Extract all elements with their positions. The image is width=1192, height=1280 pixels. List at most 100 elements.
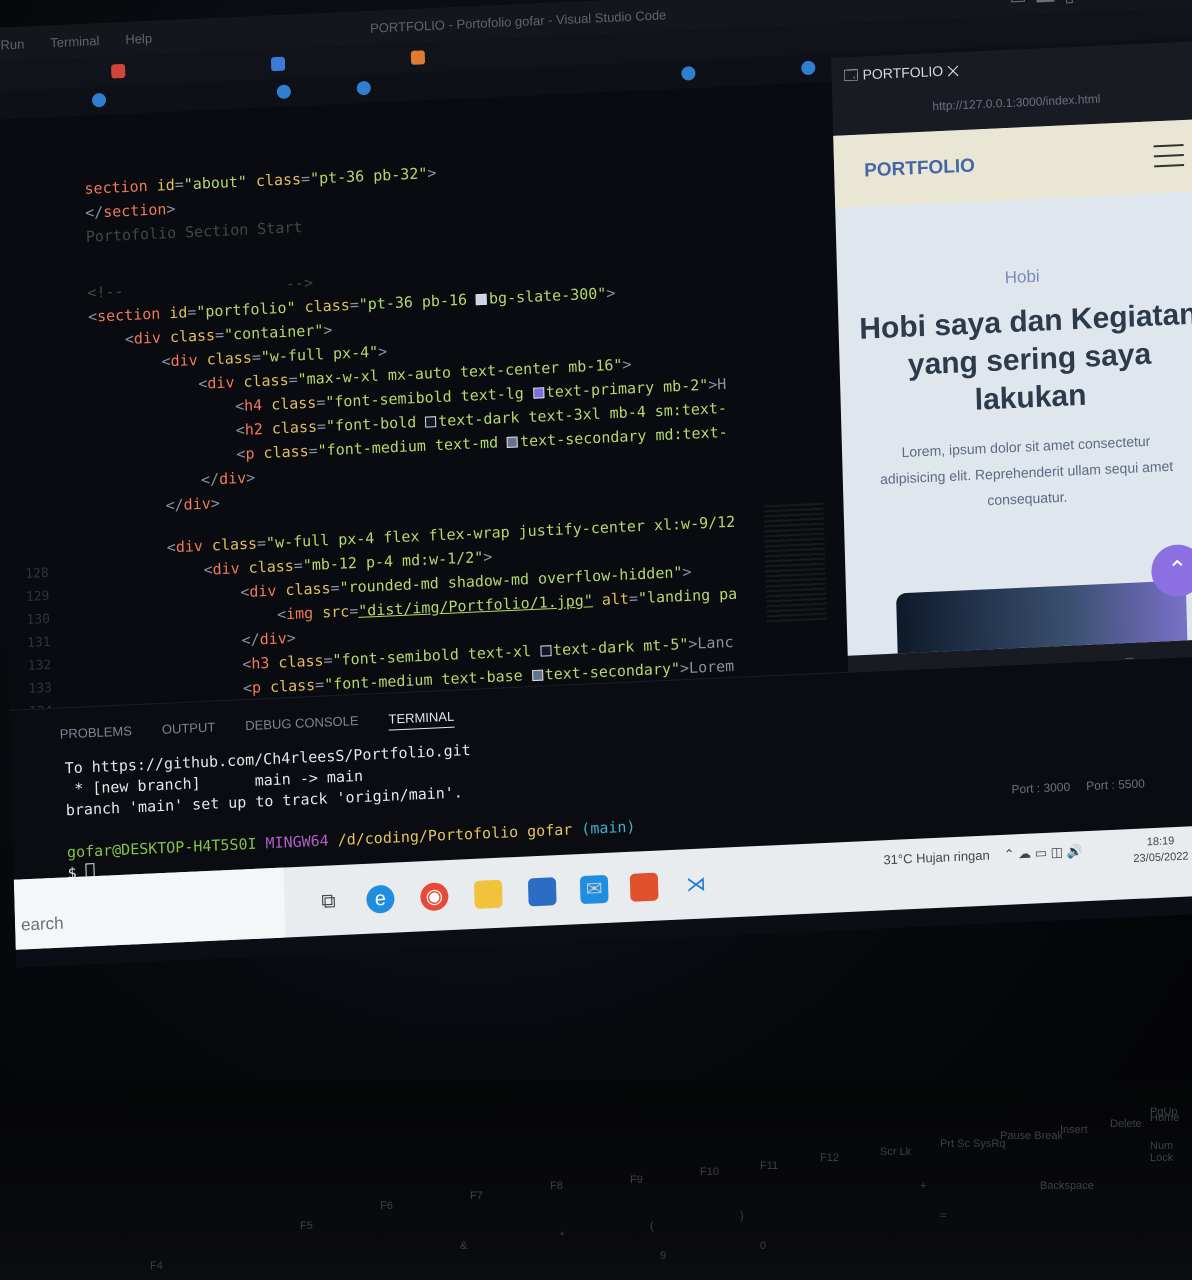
code-line[interactable]: </div> xyxy=(93,492,220,520)
line-number: 130 xyxy=(26,611,51,628)
html-file-icon[interactable] xyxy=(111,63,126,79)
tray-icons[interactable]: ⌃ ☁ ▭ ◫ 🔊 xyxy=(1003,843,1082,863)
code-token: div xyxy=(212,559,240,579)
menu-run[interactable]: Run xyxy=(0,36,24,52)
search-box[interactable]: earch xyxy=(13,867,286,950)
keyboard-key: ( xyxy=(650,1220,654,1232)
code-token: section xyxy=(96,304,161,326)
layout-controls-icon[interactable]: ▭▬▯ xyxy=(1009,0,1084,9)
weather-text[interactable]: 31°C Hujan ringan xyxy=(883,848,990,869)
keyboard-key: Scr Lk xyxy=(880,1146,912,1158)
code-token: = xyxy=(288,370,298,389)
color-swatch[interactable] xyxy=(475,293,488,306)
code-token: </ xyxy=(84,203,104,222)
vscode-icon[interactable]: ⋊ xyxy=(682,870,711,899)
site-logo[interactable]: PORTFOLIO xyxy=(864,155,975,182)
code-token: = xyxy=(251,348,262,367)
code-token: h2 xyxy=(244,420,264,439)
mail-icon[interactable]: ✉ xyxy=(579,874,609,905)
code-token: h3 xyxy=(251,653,270,673)
css-file-icon[interactable] xyxy=(270,56,286,72)
code-token: bg-slate-300" xyxy=(488,284,607,308)
code-token: < xyxy=(97,654,252,680)
element-icon[interactable] xyxy=(681,66,696,81)
search-placeholder: earch xyxy=(20,913,64,935)
office-icon[interactable] xyxy=(629,872,659,902)
element-icon[interactable] xyxy=(276,84,292,100)
chrome-icon[interactable]: ◉ xyxy=(419,882,449,912)
keyboard-key: * xyxy=(560,1230,565,1242)
edge-icon[interactable]: e xyxy=(366,884,395,914)
code-token: class xyxy=(295,295,350,317)
keyboard-key: F12 xyxy=(820,1152,839,1164)
code-token: div xyxy=(183,494,211,514)
code-token: div xyxy=(207,373,235,393)
clock[interactable]: 18:19 23/05/2022 xyxy=(1133,832,1189,866)
task-view-icon[interactable]: ⧉ xyxy=(314,887,343,916)
tab-output[interactable]: OUTPUT xyxy=(162,720,216,741)
window-title: PORTFOLIO - Portofolio gofar - Visual St… xyxy=(369,7,667,36)
keyboard-key: F7 xyxy=(470,1190,483,1202)
file-explorer-icon[interactable] xyxy=(473,879,503,909)
store-icon[interactable] xyxy=(527,877,557,907)
menu-help[interactable]: Help xyxy=(125,31,152,47)
code-token: < xyxy=(90,396,245,422)
color-swatch[interactable] xyxy=(532,387,545,399)
code-token: "about" xyxy=(183,172,248,194)
keyboard-key: Prt Sc SysRq xyxy=(940,1138,1006,1150)
line-number: 131 xyxy=(26,634,51,651)
preview-tab[interactable]: 🗔 PORTFOLIO ✕ xyxy=(843,60,959,89)
element-icon[interactable] xyxy=(356,80,371,96)
code-token: class xyxy=(261,393,317,415)
color-swatch[interactable] xyxy=(531,669,543,682)
code-token: = xyxy=(293,556,304,575)
code-line[interactable]: </section> xyxy=(85,198,176,224)
line-number: 132 xyxy=(27,657,52,674)
live-server-port[interactable]: Port : 5500 xyxy=(1086,776,1145,793)
keyboard-key: ) xyxy=(740,1210,744,1222)
minimap[interactable] xyxy=(763,502,827,626)
html-file-icon[interactable] xyxy=(410,50,426,65)
code-token: "w-full px-4 flex flex-wrap justify-cent… xyxy=(265,512,736,553)
code-token: id xyxy=(147,175,175,196)
keyboard-key: & xyxy=(460,1240,468,1252)
line-number-gutter: 128129130131132133134135 xyxy=(13,116,89,743)
element-icon[interactable] xyxy=(91,92,107,108)
portfolio-image xyxy=(896,580,1188,656)
keyboard-key: = xyxy=(940,1210,947,1222)
prompt-env: MINGW64 xyxy=(265,831,329,853)
code-token: > xyxy=(606,283,616,303)
color-swatch[interactable] xyxy=(506,436,519,448)
code-editor[interactable]: 128129130131132133134135 section id="abo… xyxy=(0,80,869,769)
live-server-port[interactable]: Port : 3000 xyxy=(1011,780,1070,797)
code-token: </ xyxy=(92,470,220,494)
code-token: < xyxy=(89,374,208,398)
color-swatch[interactable] xyxy=(539,645,552,657)
code-token: class xyxy=(262,417,318,439)
code-token: > xyxy=(245,468,256,487)
code-token: = xyxy=(628,589,639,608)
section-paragraph: Lorem, ipsum dolor sit amet consectetur … xyxy=(879,432,1174,509)
menu-bar: Run Terminal Help xyxy=(0,31,152,53)
menu-terminal[interactable]: Terminal xyxy=(50,33,99,50)
code-token: div xyxy=(259,629,288,649)
tab-terminal[interactable]: TERMINAL xyxy=(388,708,455,731)
code-token: > xyxy=(166,199,176,219)
code-token: div xyxy=(133,328,162,348)
hamburger-icon[interactable] xyxy=(1153,143,1185,175)
color-swatch[interactable] xyxy=(425,416,437,428)
code-token: text-dark mt-5" xyxy=(552,634,689,660)
code-token: = xyxy=(316,393,326,412)
element-icon[interactable] xyxy=(801,60,816,76)
code-token: > xyxy=(286,628,297,648)
code-token: class xyxy=(197,348,253,369)
tab-debug-console[interactable]: DEBUG CONSOLE xyxy=(245,713,359,737)
code-line[interactable]: section id="about" class="pt-36 pb-32"> xyxy=(84,162,436,200)
code-token: = xyxy=(300,169,311,189)
code-line[interactable]: </div> xyxy=(92,466,256,495)
code-token: class xyxy=(202,534,258,555)
code-token: > xyxy=(377,342,388,361)
tab-problems[interactable]: PROBLEMS xyxy=(60,723,133,745)
preview-url[interactable]: http://127.0.0.1:3000/index.html xyxy=(932,92,1100,114)
code-token: class xyxy=(254,441,309,463)
